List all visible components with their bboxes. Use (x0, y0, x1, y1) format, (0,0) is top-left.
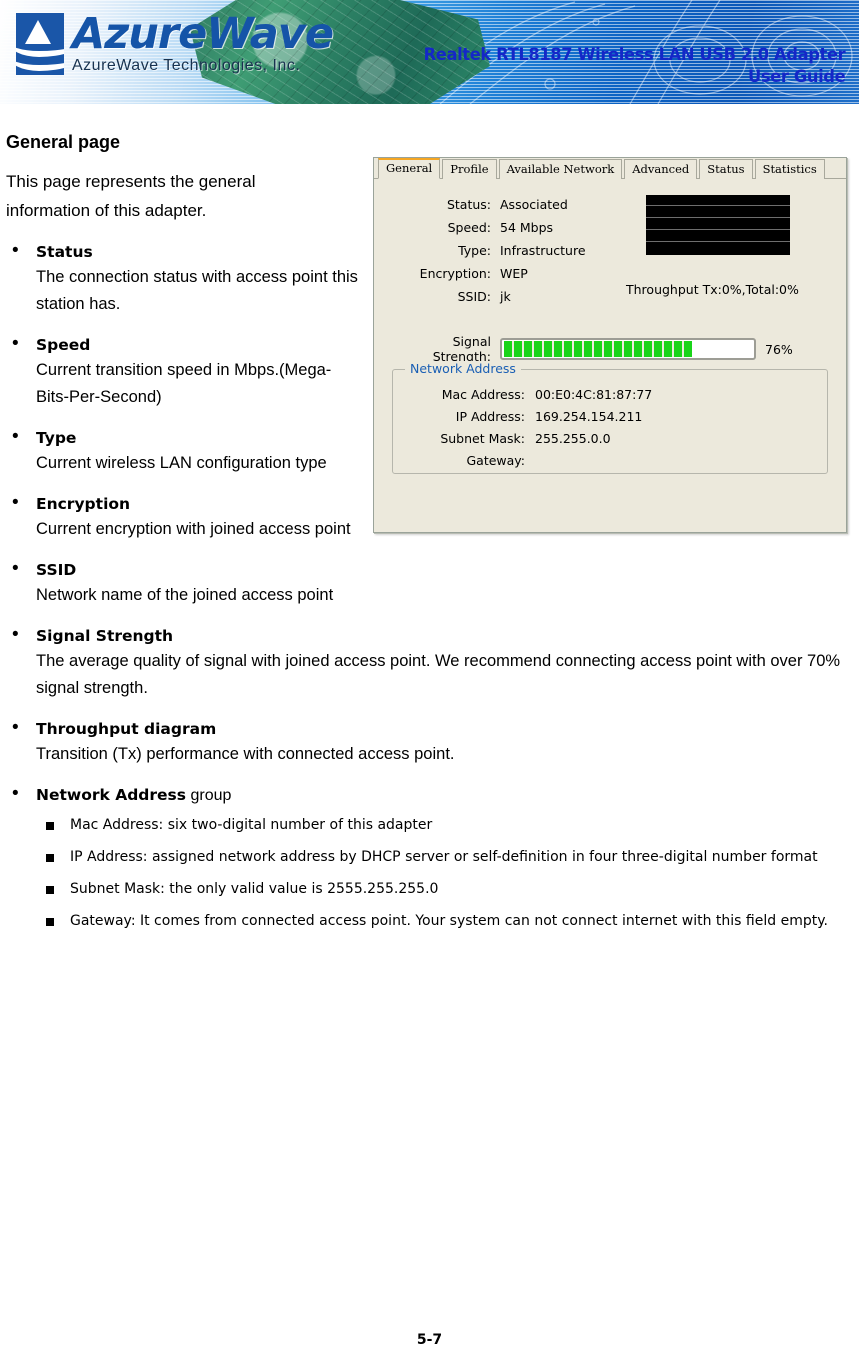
bullet-encryption-title: Encryption (36, 495, 131, 513)
page-header-banner: AzureWave AzureWave Technologies, Inc. R… (0, 0, 859, 104)
bullet-type-title: Type (36, 429, 77, 447)
bullet-network-address-title-suffix: group (186, 787, 232, 804)
bullet-ssid: SSID Network name of the joined access p… (6, 558, 845, 609)
bullet-throughput-body: Transition (Tx) performance with connect… (36, 745, 455, 763)
bullet-speed: Speed Current transition speed in Mbps.(… (6, 333, 845, 411)
intro-paragraph: This page represents the general informa… (6, 172, 256, 220)
sub-item-mac-address: Mac Address: six two-digital number of t… (36, 813, 845, 838)
bullet-signal-strength-title: Signal Strength (36, 627, 174, 645)
bullet-speed-body: Current transition speed in Mbps.(Mega-B… (36, 361, 332, 406)
page-number-footer: 5-7 (416, 1332, 443, 1348)
document-content: General page This page represents the ge… (0, 132, 859, 934)
sub-item-gateway: Gateway: It comes from connected access … (36, 909, 845, 934)
network-address-sub-list: Mac Address: six two-digital number of t… (36, 813, 845, 934)
logo-tagline: AzureWave Technologies, Inc. (72, 57, 301, 74)
tab-general[interactable]: General (378, 158, 441, 179)
bullet-ssid-body: Network name of the joined access point (36, 586, 334, 604)
azurewave-logo: AzureWave AzureWave Technologies, Inc. (16, 9, 334, 75)
sub-item-ip-address: IP Address: assigned network address by … (36, 845, 845, 870)
bullet-status: Status The connection status with access… (6, 240, 845, 318)
bullet-signal-strength-body: The average quality of signal with joine… (36, 652, 841, 697)
bullet-status-body: The connection status with access point … (36, 268, 358, 313)
bullet-encryption: Encryption Current encryption with joine… (6, 492, 845, 543)
header-document-title: Realtek RTL8187 Wireless LAN USB 2.0 Ada… (423, 44, 845, 88)
sub-item-subnet-mask: Subnet Mask: the only valid value is 255… (36, 877, 845, 902)
feature-bullet-list: Status The connection status with access… (6, 240, 845, 934)
bullet-type-body: Current wireless LAN configuration type (36, 454, 327, 472)
bullet-network-address-group: Network Address group Mac Address: six t… (6, 783, 845, 934)
bullet-network-address-title: Network Address group (36, 785, 845, 806)
bullet-speed-title: Speed (36, 336, 91, 354)
bullet-throughput-diagram: Throughput diagram Transition (Tx) perfo… (6, 717, 845, 768)
logo-wordmark: AzureWave (72, 9, 334, 59)
logo-mark-icon (16, 13, 64, 75)
bullet-network-address-title-bold: Network Address (36, 786, 187, 804)
bullet-throughput-title: Throughput diagram (36, 720, 217, 738)
bullet-encryption-body: Current encryption with joined access po… (36, 520, 351, 538)
page-title: General page (6, 132, 121, 152)
header-title-line1: Realtek RTL8187 Wireless LAN USB 2.0 Ada… (423, 45, 845, 65)
bullet-status-title: Status (36, 243, 93, 261)
bullet-type: Type Current wireless LAN configuration … (6, 426, 845, 477)
bullet-signal-strength: Signal Strength The average quality of s… (6, 624, 845, 702)
bullet-ssid-title: SSID (36, 561, 77, 579)
header-title-line2: User Guide (747, 67, 846, 87)
